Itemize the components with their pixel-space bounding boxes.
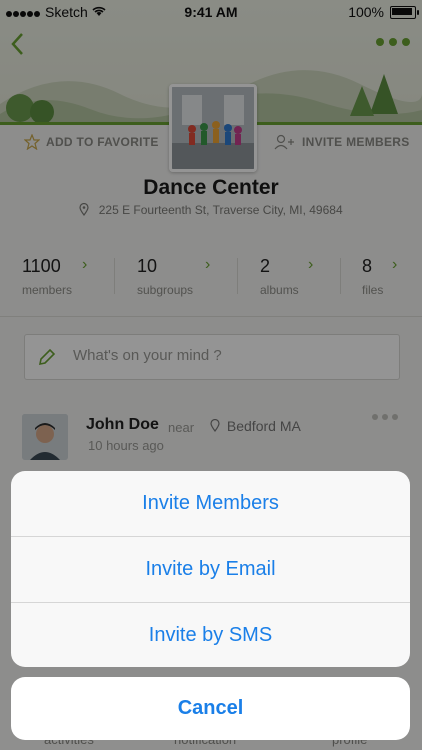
invite-by-email-option[interactable]: Invite by Email: [11, 537, 410, 602]
action-sheet: Invite Members Invite by Email Invite by…: [11, 471, 410, 667]
cancel-button[interactable]: Cancel: [11, 677, 410, 740]
invite-by-sms-option[interactable]: Invite by SMS: [11, 603, 410, 667]
invite-members-option[interactable]: Invite Members: [11, 471, 410, 536]
